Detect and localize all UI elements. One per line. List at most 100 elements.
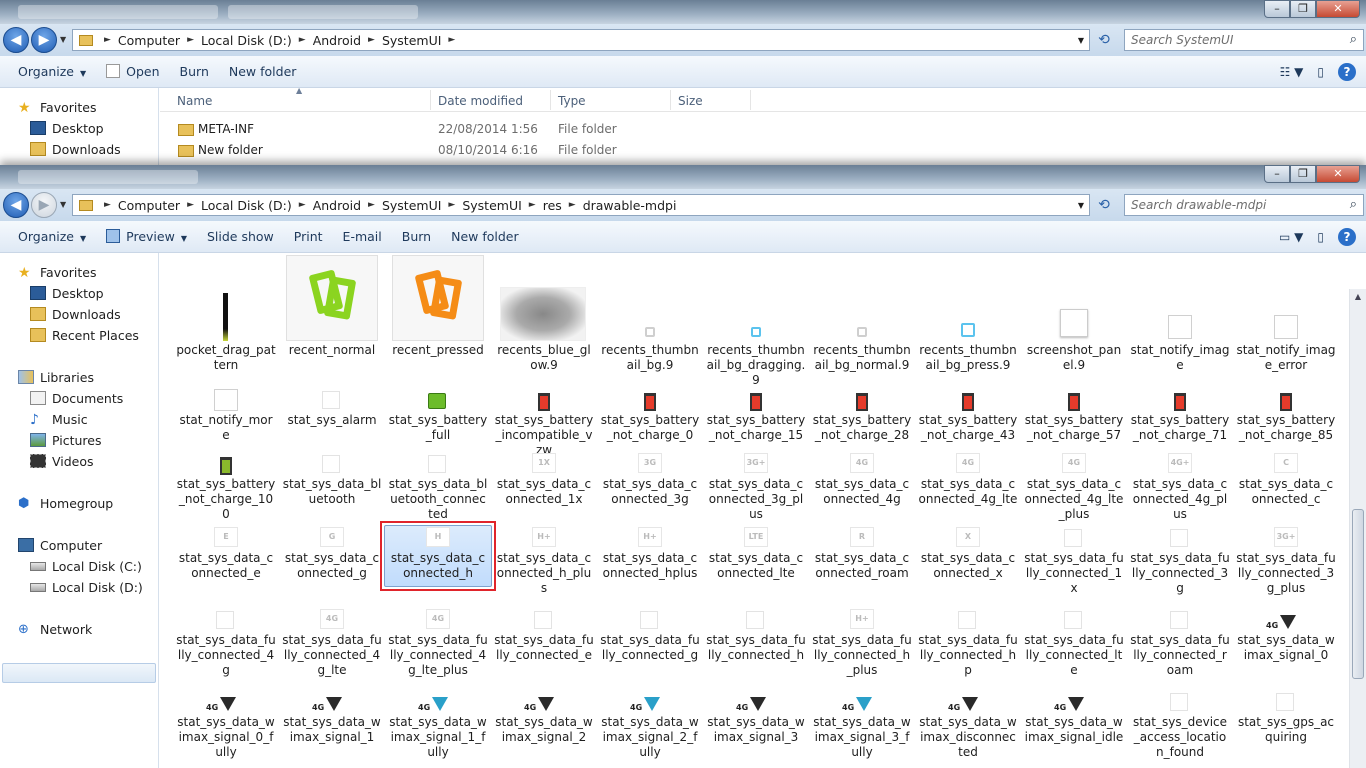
forward-button[interactable]: ▶ [31,192,57,218]
nav-videos[interactable]: Videos [30,451,94,471]
recent-pages-dropdown[interactable]: ▼ [60,35,66,44]
scroll-up-icon[interactable]: ▲ [1350,289,1366,305]
table-row[interactable]: META-INF 22/08/2014 1:56 File folder [160,119,1366,140]
chevron-right-icon[interactable]: ► [566,200,579,210]
column-date-modified[interactable]: Date modified [438,94,523,108]
search-input[interactable]: Search drawable-mdpi ⌕ [1124,194,1364,216]
file-name: stat_sys_battery_not_charge_43 [918,413,1018,442]
burn-button[interactable]: Burn [170,64,219,79]
forward-button[interactable]: ▶ [31,27,57,53]
address-dropdown-icon[interactable]: ▼ [1078,36,1084,45]
vertical-scrollbar[interactable]: ▲ [1349,289,1366,768]
open-button[interactable]: Open [96,64,169,79]
maximize-button[interactable]: ❐ [1290,0,1316,18]
title-bar[interactable]: – ❐ ✕ [0,165,1366,189]
breadcrumb-systemui[interactable]: SystemUI [378,33,445,48]
organize-button[interactable]: Organize ▼ [8,64,96,79]
table-row[interactable]: New folder 08/10/2014 6:16 File folder [160,140,1366,161]
new-folder-button[interactable]: New folder [441,229,529,244]
column-name[interactable]: Name [177,94,212,108]
chevron-right-icon[interactable]: ► [365,200,378,210]
scrollbar-thumb[interactable] [1352,509,1364,679]
column-divider[interactable] [670,90,671,110]
close-button[interactable]: ✕ [1316,165,1360,183]
file-name: stat_sys_data_wimax_signal_2_fully [601,715,699,759]
preview-pane-icon[interactable]: ▯ [1317,65,1324,79]
change-view-icon[interactable]: ☷ ▼ [1280,65,1304,79]
chevron-right-icon[interactable]: ► [101,200,114,210]
nav-pictures[interactable]: Pictures [30,430,102,450]
print-button[interactable]: Print [284,229,333,244]
nav-local-disk-c[interactable]: Local Disk (C:) [30,556,142,576]
breadcrumb-computer[interactable]: Computer [114,33,184,48]
chevron-right-icon[interactable]: ► [445,35,458,45]
file-name: stat_sys_data_connected_3g_plus [708,477,804,521]
network-type-label: G [328,532,336,541]
chevron-right-icon[interactable]: ► [445,200,458,210]
breadcrumb-android[interactable]: Android [309,198,365,213]
chevron-right-icon[interactable]: ► [184,200,197,210]
breadcrumb-local-disk-d[interactable]: Local Disk (D:) [197,33,296,48]
chevron-right-icon[interactable]: ► [365,35,378,45]
nav-documents[interactable]: Documents [30,388,123,408]
search-icon[interactable]: ⌕ [1350,30,1357,50]
burn-button[interactable]: Burn [392,229,441,244]
back-button[interactable]: ◀ [3,192,29,218]
search-input[interactable]: Search SystemUI ⌕ [1124,29,1364,51]
breadcrumb-local-disk-d[interactable]: Local Disk (D:) [197,198,296,213]
nav-favorites[interactable]: ★ Favorites [18,97,96,117]
column-divider[interactable] [430,90,431,110]
nav-homegroup[interactable]: ⬢ Homegroup [18,493,113,513]
title-bar[interactable]: – ❐ ✕ [0,0,1366,24]
breadcrumb-res[interactable]: res [539,198,566,213]
breadcrumb-computer[interactable]: Computer [114,198,184,213]
recent-pages-dropdown[interactable]: ▼ [60,200,66,209]
slide-show-button[interactable]: Slide show [197,229,284,244]
back-button[interactable]: ◀ [3,27,29,53]
column-divider[interactable] [750,90,751,110]
maximize-button[interactable]: ❐ [1290,165,1316,183]
preview-pane-icon[interactable]: ▯ [1317,230,1324,244]
nav-libraries[interactable]: Libraries [18,367,94,387]
help-icon[interactable]: ? [1338,63,1356,81]
nav-computer[interactable]: Computer [18,535,102,555]
address-bar[interactable]: ► Computer ► Local Disk (D:) ► Android ► Sy… [72,29,1090,51]
chevron-right-icon[interactable]: ► [296,200,309,210]
breadcrumb-systemui[interactable]: SystemUI [378,198,445,213]
minimize-button[interactable]: – [1264,165,1290,183]
nav-recent-places[interactable]: Recent Places [30,325,139,345]
email-button[interactable]: E-mail [333,229,392,244]
chevron-right-icon[interactable]: ► [296,35,309,45]
nav-downloads[interactable]: Downloads [30,304,121,324]
nav-local-disk-d[interactable]: Local Disk (D:) [30,577,143,597]
column-divider[interactable] [550,90,551,110]
chevron-right-icon[interactable]: ► [101,35,114,45]
column-size[interactable]: Size [678,94,703,108]
close-button[interactable]: ✕ [1316,0,1360,18]
nav-desktop[interactable]: Desktop [30,283,104,303]
help-icon[interactable]: ? [1338,228,1356,246]
nav-music[interactable]: ♪ Music [30,409,88,429]
file-name: stat_sys_data_fully_connected_roam [1130,633,1230,677]
refresh-icon[interactable]: ⟲ [1094,30,1114,50]
nav-downloads[interactable]: Downloads [30,139,121,159]
search-icon[interactable]: ⌕ [1350,195,1357,215]
change-view-icon[interactable]: ▭ ▼ [1279,230,1303,244]
nav-desktop[interactable]: Desktop [30,118,104,138]
address-dropdown-icon[interactable]: ▼ [1078,201,1084,210]
organize-button[interactable]: Organize ▼ [8,229,96,244]
preview-button[interactable]: Preview ▼ [96,229,197,244]
address-bar[interactable]: ► Computer ► Local Disk (D:) ► Android ► Sy… [72,194,1090,216]
network-type-label: C [1283,458,1289,467]
breadcrumb-android[interactable]: Android [309,33,365,48]
nav-favorites[interactable]: ★ Favorites [18,262,96,282]
chevron-right-icon[interactable]: ► [526,200,539,210]
refresh-icon[interactable]: ⟲ [1094,195,1114,215]
new-folder-button[interactable]: New folder [219,64,307,79]
column-type[interactable]: Type [558,94,586,108]
nav-network[interactable]: ⊕ Network [18,619,92,639]
minimize-button[interactable]: – [1264,0,1290,18]
breadcrumb-drawable-mdpi[interactable]: drawable-mdpi [579,198,681,213]
breadcrumb-systemui-inner[interactable]: SystemUI [458,198,525,213]
chevron-right-icon[interactable]: ► [184,35,197,45]
